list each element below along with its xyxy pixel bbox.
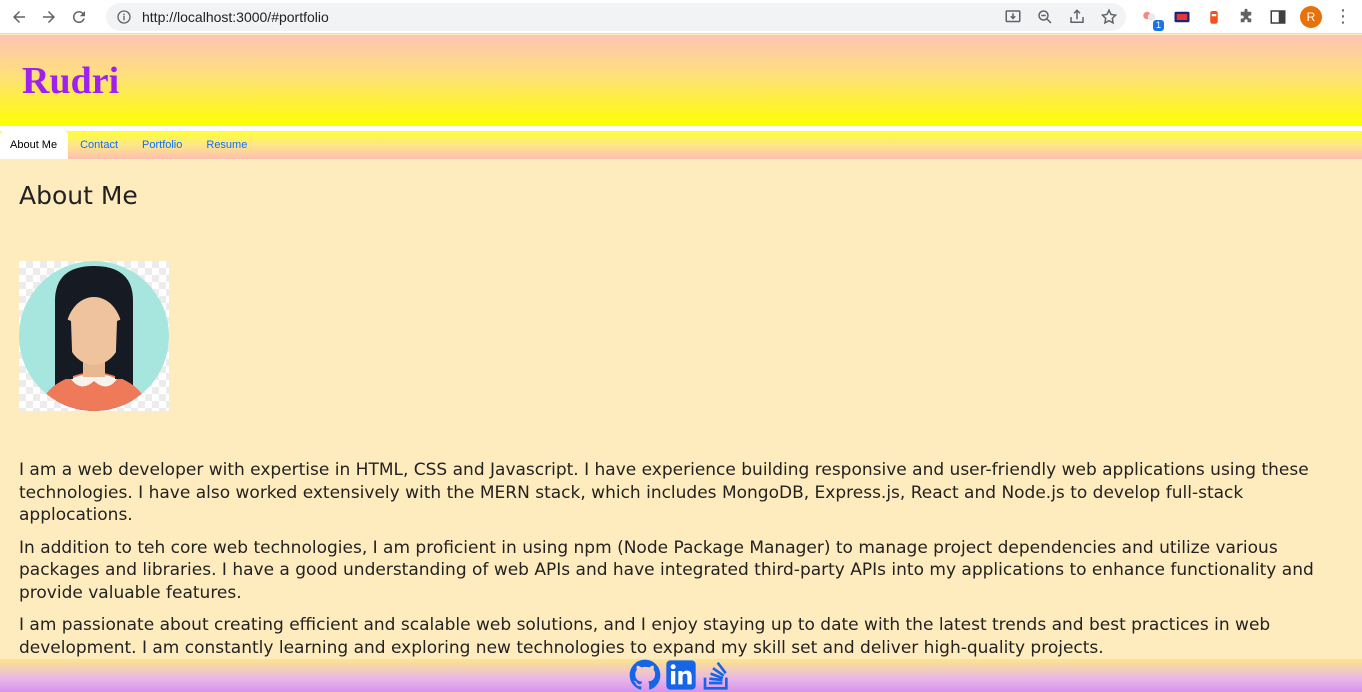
forward-icon	[43, 10, 55, 23]
tab-resume[interactable]: Resume	[194, 131, 259, 159]
reload-icon	[72, 10, 85, 23]
tab-about-me[interactable]: About Me	[0, 131, 69, 159]
reload-button[interactable]	[64, 2, 94, 32]
extension-badge: 1	[1152, 20, 1164, 31]
browser-toolbar: http://localhost:3000/#portfolio 1 R ⋮	[0, 0, 1362, 34]
profile-avatar-image	[19, 261, 169, 411]
nav-tabs: About Me Contact Portfolio Resume	[0, 131, 1362, 159]
linkedin-link[interactable]	[665, 659, 697, 691]
site-header: Rudri	[0, 35, 1362, 126]
side-panel-icon[interactable]	[1268, 7, 1288, 27]
page-title: About Me	[19, 181, 138, 210]
bio-paragraph-2: In addition to teh core web technologies…	[19, 537, 1314, 603]
github-link[interactable]	[629, 659, 661, 691]
tab-contact[interactable]: Contact	[68, 131, 130, 159]
bookmark-star-icon[interactable]	[1100, 8, 1118, 26]
linkedin-icon	[666, 660, 696, 690]
url-text[interactable]: http://localhost:3000/#portfolio	[142, 9, 329, 25]
site-title: Rudri	[22, 60, 120, 102]
profile-avatar[interactable]: R	[1300, 6, 1322, 28]
stackoverflow-icon	[703, 661, 728, 690]
extension-icon[interactable]: 1	[1140, 7, 1164, 31]
kebab-menu-icon[interactable]: ⋮	[1334, 8, 1352, 26]
install-icon[interactable]	[1004, 8, 1022, 26]
forward-button[interactable]	[34, 2, 64, 32]
info-icon[interactable]	[116, 9, 132, 25]
site-footer	[0, 659, 1362, 692]
stackoverflow-link[interactable]	[701, 659, 733, 691]
zoom-icon[interactable]	[1036, 8, 1054, 26]
avatar-illustration-icon	[19, 261, 169, 411]
back-button[interactable]	[4, 2, 34, 32]
share-icon[interactable]	[1068, 8, 1086, 26]
extension-icon[interactable]	[1204, 7, 1224, 27]
back-icon	[13, 10, 25, 23]
about-me-text: I am a web developer with expertise in H…	[19, 459, 1349, 669]
puzzle-icon[interactable]	[1236, 7, 1256, 27]
bio-paragraph-3: I am passionate about creating efficient…	[19, 615, 1271, 658]
bio-paragraph-1: I am a web developer with expertise in H…	[19, 460, 1309, 525]
extension-icon[interactable]	[1172, 7, 1192, 27]
tab-portfolio[interactable]: Portfolio	[130, 131, 194, 159]
github-icon	[629, 659, 661, 690]
address-bar[interactable]: http://localhost:3000/#portfolio	[106, 3, 1126, 31]
